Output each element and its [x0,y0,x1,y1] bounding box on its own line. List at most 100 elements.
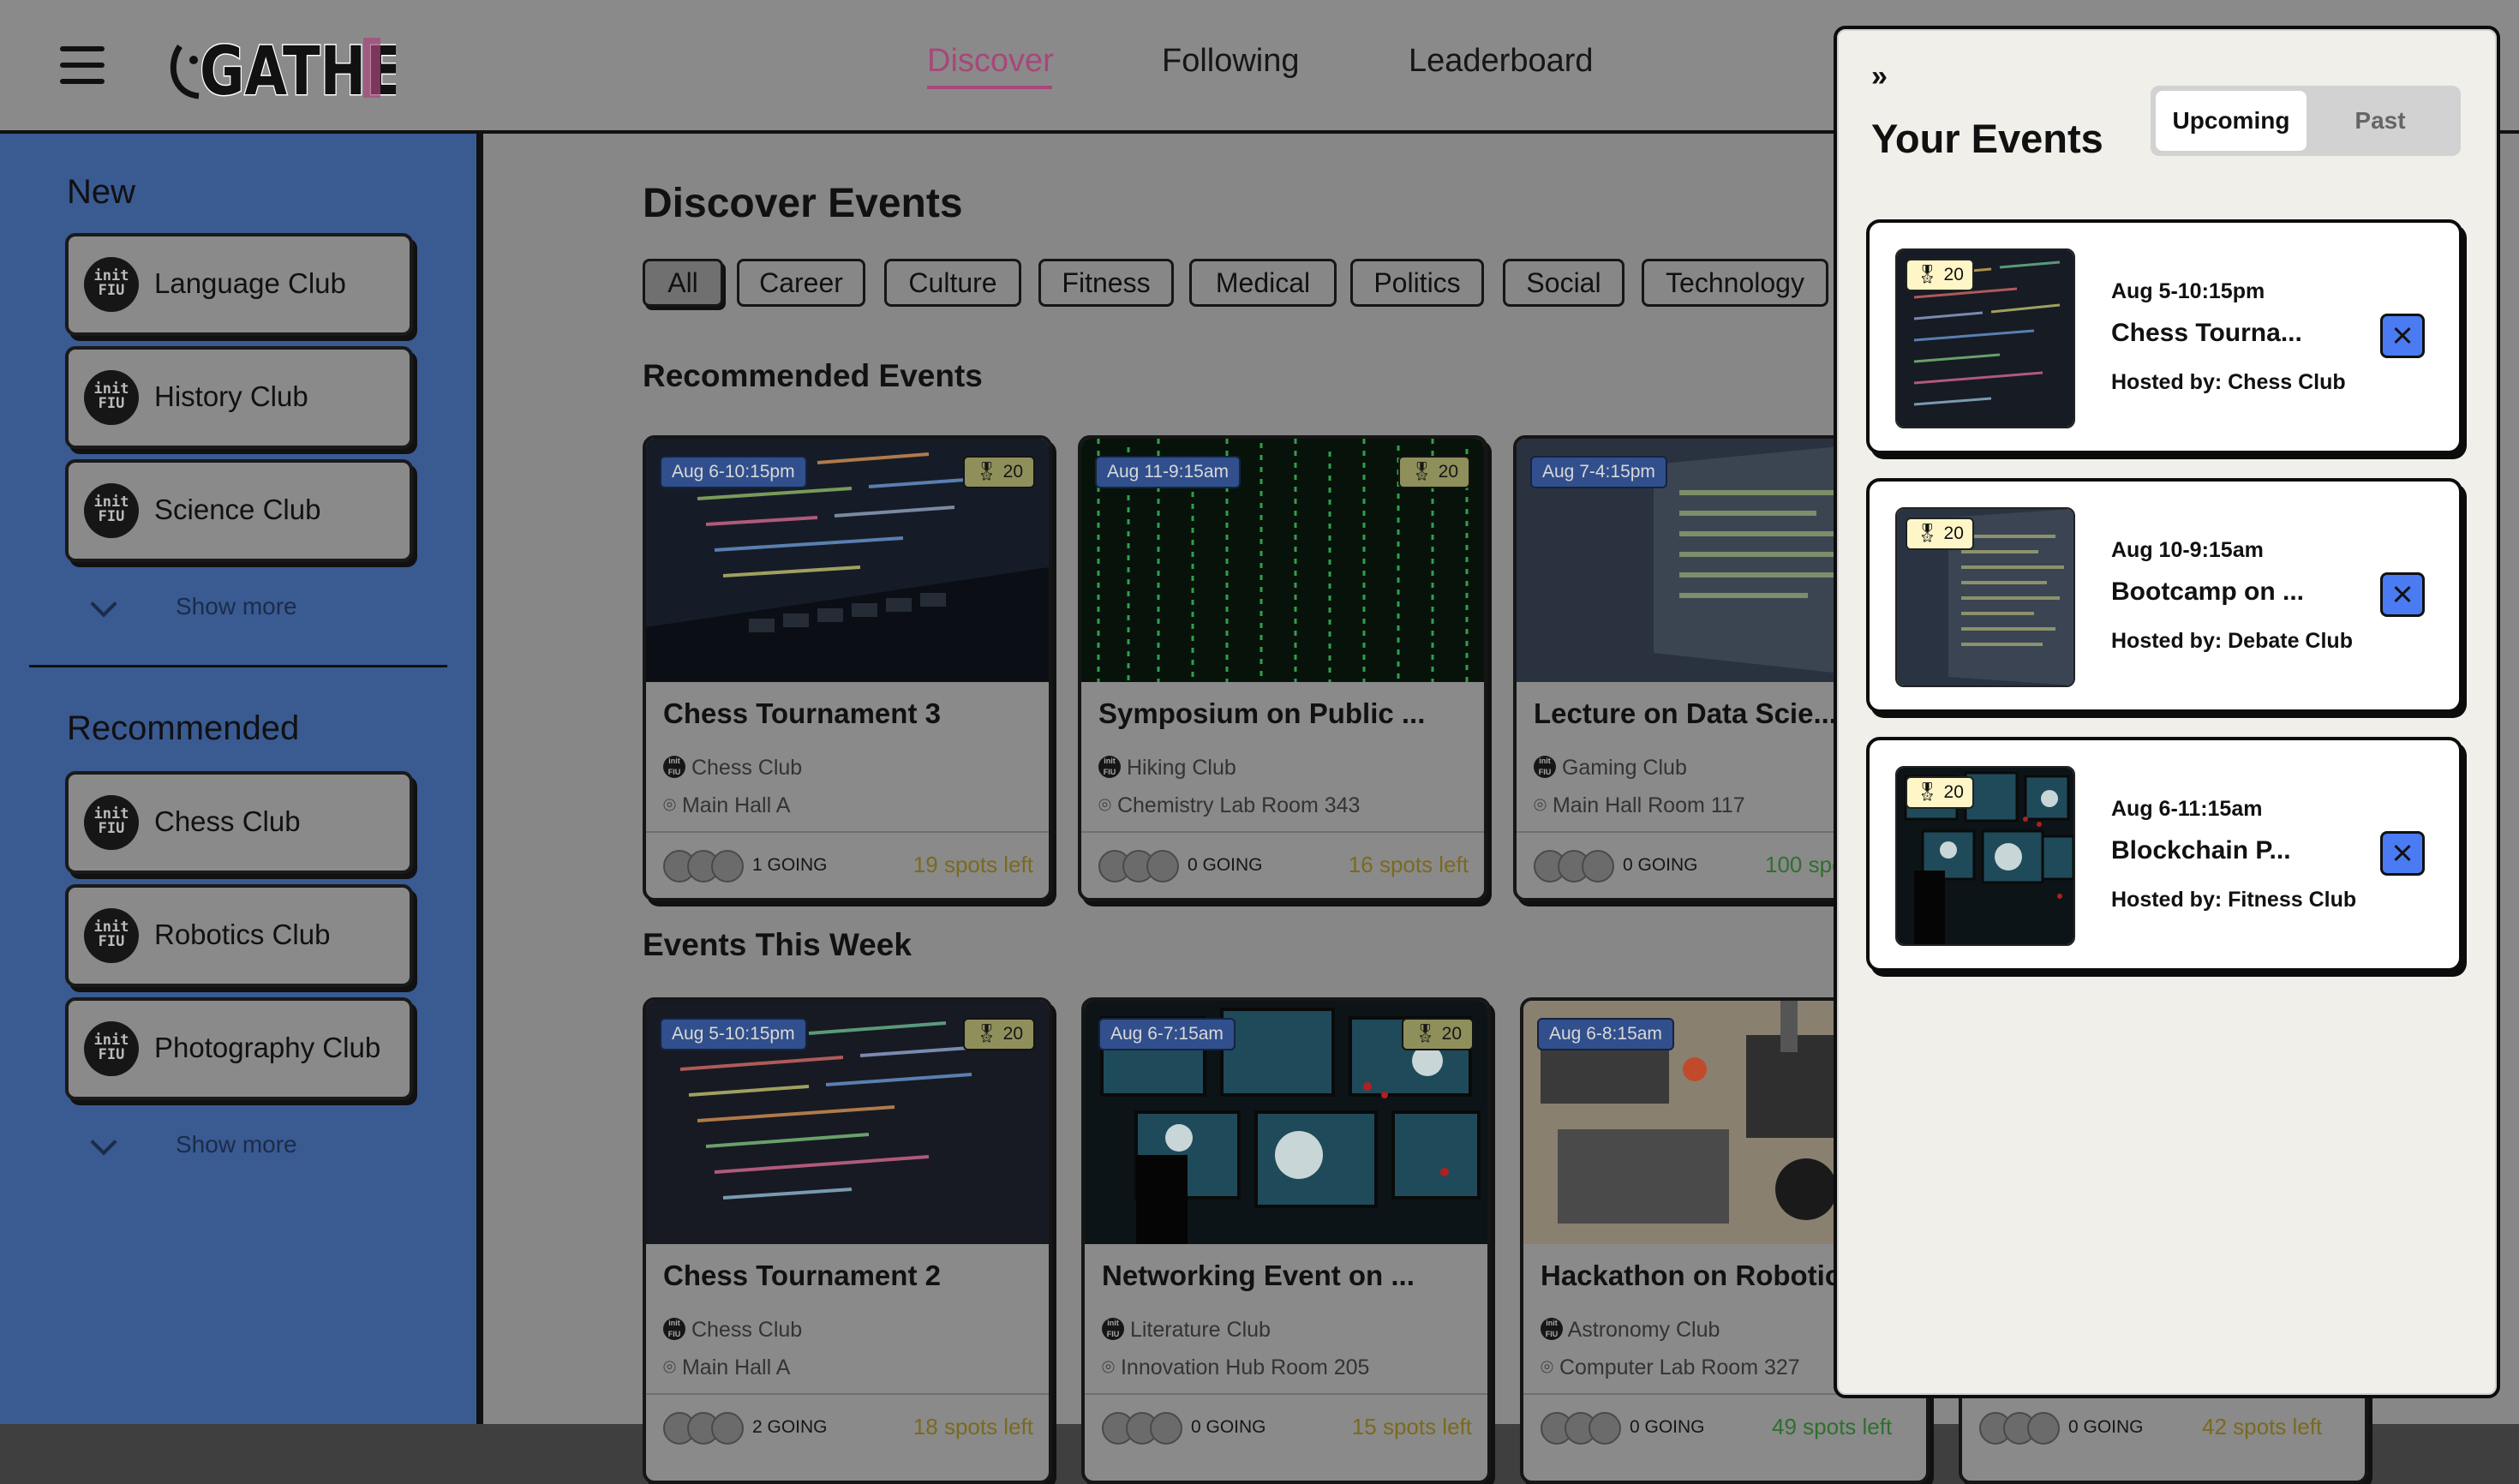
filter-culture[interactable]: Culture [884,259,1021,307]
attendee-avatars [1534,850,1614,887]
event-card-footer: 0 GOING 16 spots left [1081,831,1484,883]
filter-technology[interactable]: Technology [1642,259,1828,307]
show-more-new-button[interactable]: Show more [176,593,297,620]
event-card-footer: 2 GOING 18 spots left [646,1393,1049,1445]
event-host: Hosted by: Fitness Club [2111,888,2357,912]
event-date: Aug 10-9:15am [2111,538,2264,562]
club-avatar: init FIU [84,908,139,963]
club-avatar: init FIU [1098,756,1121,778]
event-club[interactable]: init FIU Hiking Club [1098,756,1236,781]
tab-past[interactable]: Past [2305,91,2456,151]
event-club[interactable]: init FIU Gaming Club [1534,756,1687,781]
event-host: Hosted by: Chess Club [2111,370,2346,394]
filter-all[interactable]: All [643,259,723,307]
attendee-avatars [663,850,744,887]
event-card[interactable]: Aug 6-7:15am 🎖 20 Networking Event on ..… [1081,997,1491,1484]
going-count: 2 GOING [752,1417,828,1437]
location-pin-icon: ⌾ [1102,1355,1116,1379]
event-card[interactable]: Aug 5-10:15pm 🎖 20 Chess Tournament 2 in… [643,997,1052,1484]
club-avatar: init FIU [84,370,139,425]
your-event-card[interactable]: 🎖 20 Aug 6-11:15am Blockchain P... Hoste… [1866,737,2462,972]
nav-leaderboard[interactable]: Leaderboard [1409,43,1594,80]
club-avatar: init FIU [1534,756,1556,778]
your-event-card[interactable]: 🎖 20 Aug 5-10:15pm Chess Tourna... Hoste… [1866,219,2462,454]
event-card[interactable]: Aug 6-10:15pm 🎖 20 Chess Tournament 3 in… [643,435,1052,901]
award-icon: 🎖 [975,462,998,482]
event-location: ⌾ Main Hall A [663,1355,791,1379]
double-chevron-right-icon[interactable]: » [1871,60,1888,93]
club-avatar: init FIU [84,795,139,850]
club-name: History Club [154,380,308,412]
event-club[interactable]: init FIU Chess Club [663,756,802,781]
gatheru-logo[interactable]: GATHERU [165,29,491,111]
sidebar-club-science[interactable]: init FIU Science Club [65,459,413,562]
panel-title: Your Events [1871,116,2103,161]
club-avatar: init FIU [84,1021,139,1076]
event-card[interactable]: Aug 11-9:15am 🎖 20 Symposium on Public .… [1078,435,1487,901]
attendee-avatars [663,1412,744,1449]
sidebar-recommended-title: Recommended [67,709,300,747]
recommended-events-title: Recommended Events [643,358,983,393]
event-date-badge: Aug 11-9:15am [1095,456,1242,488]
sidebar-club-robotics[interactable]: init FIU Robotics Club [65,884,413,987]
attendee-avatars [1541,1412,1621,1449]
hamburger-menu-icon[interactable] [60,46,106,84]
event-date: Aug 6-11:15am [2111,797,2263,821]
club-avatar: init FIU [1541,1318,1563,1340]
sidebar-club-chess[interactable]: init FIU Chess Club [65,771,413,874]
sidebar-club-photography[interactable]: init FIU Photography Club [65,997,413,1100]
your-event-card[interactable]: 🎖 20 Aug 10-9:15am Bootcamp on ... Hoste… [1866,478,2462,713]
event-club[interactable]: init FIU Astronomy Club [1541,1318,1720,1343]
event-card-footer: 1 GOING 19 spots left [646,831,1049,883]
event-thumbnail: 🎖 20 [1895,248,2075,428]
location-pin-icon: ⌾ [1534,793,1547,817]
points-badge: 🎖 20 [1402,1018,1474,1050]
event-date-badge: Aug 6-8:15am [1537,1018,1674,1050]
spots-left: 100 spo [1765,852,1845,877]
event-title: Chess Tourna... [2111,319,2302,347]
filter-politics[interactable]: Politics [1350,259,1484,307]
nav-discover[interactable]: Discover [927,43,1054,80]
spots-left: 19 spots left [912,852,1033,877]
event-host: Hosted by: Debate Club [2111,629,2353,653]
filter-medical[interactable]: Medical [1189,259,1337,307]
points-badge: 🎖 20 [1906,776,1974,809]
event-title: Networking Event on ... [1102,1260,1415,1291]
event-location: ⌾ Innovation Hub Room 205 [1102,1355,1370,1379]
show-more-recommended-button[interactable]: Show more [176,1131,297,1158]
event-card-footer: 0 GOING 15 spots left [1085,1393,1487,1445]
attendee-avatars [1098,850,1179,887]
filter-career[interactable]: Career [737,259,865,307]
sidebar-club-language[interactable]: init FIU Language Club [65,233,413,336]
award-icon: 🎖 [1916,524,1939,543]
chevron-down-icon[interactable] [90,590,117,618]
award-icon: 🎖 [975,1024,998,1044]
nav-active-underline [927,86,1052,89]
event-date: Aug 5-10:15pm [2111,279,2265,303]
filter-fitness[interactable]: Fitness [1038,259,1174,307]
club-avatar: init FIU [1102,1318,1124,1340]
events-tab-switcher: Upcoming Past [2151,86,2461,156]
remove-event-close-icon[interactable] [2380,831,2425,876]
going-count: 0 GOING [1623,855,1698,875]
sidebar-club-history[interactable]: init FIU History Club [65,346,413,449]
tab-upcoming[interactable]: Upcoming [2156,91,2307,151]
attendee-avatars [1102,1412,1182,1449]
event-title: Chess Tournament 3 [663,697,941,729]
filter-social[interactable]: Social [1503,259,1624,307]
club-name: Science Club [154,494,321,525]
club-avatar: init FIU [663,756,685,778]
points-badge: 🎖 20 [1906,259,1974,291]
event-date-badge: Aug 6-7:15am [1098,1018,1236,1050]
club-avatar: init FIU [84,483,139,538]
event-date-badge: Aug 6-10:15pm [660,456,807,488]
nav-following[interactable]: Following [1162,43,1300,80]
event-club[interactable]: init FIU Chess Club [663,1318,802,1343]
remove-event-close-icon[interactable] [2380,314,2425,358]
club-avatar: init FIU [84,257,139,312]
chevron-down-icon[interactable] [90,1128,117,1156]
page-title: Discover Events [643,181,963,226]
event-club[interactable]: init FIU Literature Club [1102,1318,1271,1343]
remove-event-close-icon[interactable] [2380,572,2425,617]
points-badge: 🎖 20 [963,1018,1035,1050]
